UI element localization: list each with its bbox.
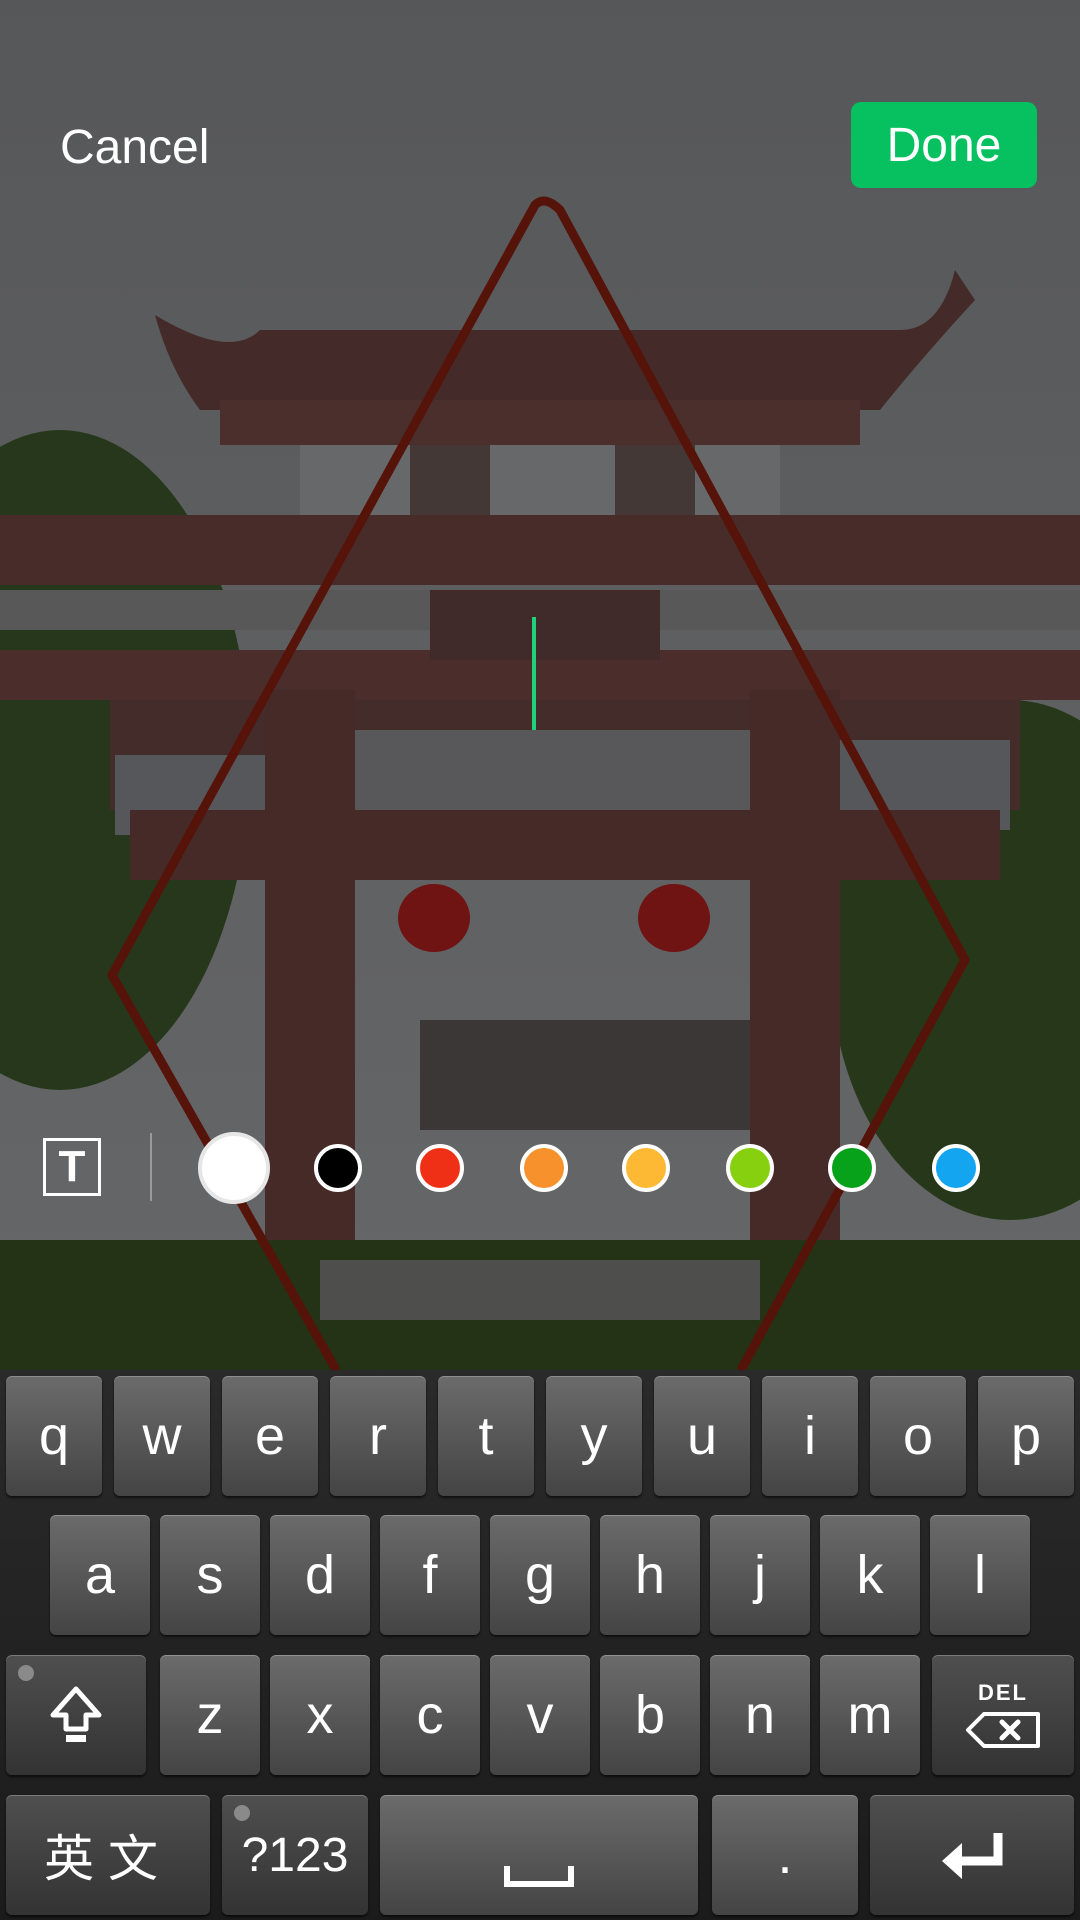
key-label: u [686, 1406, 718, 1466]
key-r[interactable]: r [330, 1376, 426, 1496]
key-c[interactable]: c [380, 1655, 480, 1775]
space-bar-icon [504, 1866, 574, 1887]
language-label: 英文 [44, 1831, 172, 1887]
toolbar-divider [150, 1133, 152, 1201]
delete-key[interactable]: DEL [932, 1655, 1074, 1775]
space-key[interactable] [380, 1795, 698, 1915]
key-p[interactable]: p [978, 1376, 1074, 1496]
color-swatch[interactable] [828, 1144, 876, 1192]
cancel-button[interactable]: Cancel [60, 120, 209, 175]
key-label: t [478, 1406, 494, 1466]
key-hint-dot [234, 1805, 250, 1821]
key-q[interactable]: q [6, 1376, 102, 1496]
key-label: n [744, 1685, 776, 1745]
color-swatch[interactable] [416, 1144, 464, 1192]
key-label: j [754, 1545, 766, 1605]
key-label: i [804, 1406, 816, 1466]
symbols-key[interactable]: ?123 [222, 1795, 368, 1915]
key-label: g [524, 1545, 556, 1605]
color-swatch[interactable] [622, 1144, 670, 1192]
soft-keyboard: q w e r t y u i o p a s d f g h j k l z x c v b n m DEL 英文 ?123 [0, 1370, 1080, 1920]
done-button[interactable]: Done [851, 102, 1037, 188]
symbols-label: ?123 [241, 1828, 349, 1882]
key-x[interactable]: x [270, 1655, 370, 1775]
key-label: p [1010, 1406, 1042, 1466]
key-i[interactable]: i [762, 1376, 858, 1496]
key-z[interactable]: z [160, 1655, 260, 1775]
period-label: . [777, 1825, 793, 1885]
key-label: h [634, 1545, 666, 1605]
key-label: z [196, 1685, 224, 1745]
key-label: o [902, 1406, 934, 1466]
key-e[interactable]: e [222, 1376, 318, 1496]
key-label: x [306, 1685, 334, 1745]
shift-key[interactable] [6, 1655, 146, 1775]
enter-return-icon [942, 1833, 1003, 1879]
key-label: e [254, 1406, 286, 1466]
key-label: m [847, 1685, 893, 1745]
key-j[interactable]: j [710, 1515, 810, 1635]
backspace-icon [966, 1712, 1040, 1748]
key-label: k [856, 1545, 884, 1605]
key-h[interactable]: h [600, 1515, 700, 1635]
key-label: d [304, 1545, 336, 1605]
key-t[interactable]: t [438, 1376, 534, 1496]
key-hint-dot [18, 1665, 34, 1681]
key-y[interactable]: y [546, 1376, 642, 1496]
key-k[interactable]: k [820, 1515, 920, 1635]
key-g[interactable]: g [490, 1515, 590, 1635]
text-tool-icon[interactable]: T [43, 1138, 101, 1196]
key-s[interactable]: s [160, 1515, 260, 1635]
enter-key[interactable] [870, 1795, 1074, 1915]
key-d[interactable]: d [270, 1515, 370, 1635]
key-label: l [974, 1545, 986, 1605]
key-v[interactable]: v [490, 1655, 590, 1775]
key-label: b [634, 1685, 666, 1745]
key-label: y [580, 1406, 608, 1466]
key-label: f [422, 1545, 438, 1605]
color-swatch[interactable] [726, 1144, 774, 1192]
color-swatch[interactable] [314, 1144, 362, 1192]
key-a[interactable]: a [50, 1515, 150, 1635]
key-u[interactable]: u [654, 1376, 750, 1496]
color-swatch[interactable] [932, 1144, 980, 1192]
key-l[interactable]: l [930, 1515, 1030, 1635]
key-label: r [369, 1406, 387, 1466]
text-input-cursor [532, 617, 536, 730]
key-n[interactable]: n [710, 1655, 810, 1775]
key-label: s [196, 1545, 224, 1605]
key-w[interactable]: w [114, 1376, 210, 1496]
color-swatch[interactable] [520, 1144, 568, 1192]
language-switch-key[interactable]: 英文 [6, 1795, 210, 1915]
key-label: q [38, 1406, 70, 1466]
key-o[interactable]: o [870, 1376, 966, 1496]
color-swatch-selected[interactable] [198, 1132, 270, 1204]
key-b[interactable]: b [600, 1655, 700, 1775]
key-label: w [142, 1406, 182, 1466]
shift-arrow-icon [50, 1686, 102, 1742]
key-f[interactable]: f [380, 1515, 480, 1635]
key-label: v [526, 1685, 554, 1745]
del-label: DEL [978, 1680, 1028, 1705]
period-key[interactable]: . [712, 1795, 858, 1915]
key-label: c [416, 1685, 444, 1745]
key-label: a [84, 1545, 116, 1605]
key-m[interactable]: m [820, 1655, 920, 1775]
